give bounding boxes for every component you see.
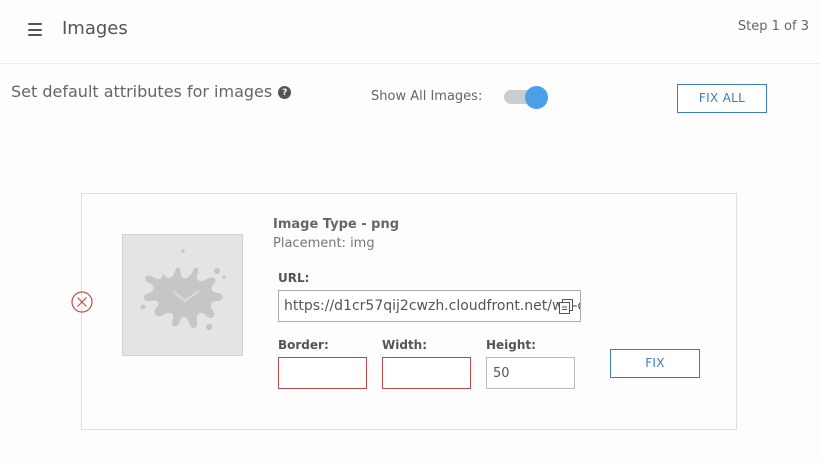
- show-all-images-toggle[interactable]: [504, 86, 548, 109]
- height-input[interactable]: [486, 357, 575, 389]
- show-all-images-label: Show All Images:: [371, 89, 483, 104]
- width-input[interactable]: [382, 357, 471, 389]
- placement-label: Placement: img: [273, 236, 375, 251]
- step-indicator: Step 1 of 3: [737, 19, 809, 34]
- url-value: https://d1cr57qij2cwzh.cloudfront.net/wp…: [284, 298, 581, 314]
- section-subtitle: Set default attributes for images ?: [11, 82, 292, 101]
- height-label: Height:: [486, 338, 536, 352]
- image-thumbnail: [122, 234, 243, 356]
- image-placeholder-splash-icon: [140, 249, 226, 331]
- width-label: Width:: [382, 338, 428, 352]
- url-field[interactable]: https://d1cr57qij2cwzh.cloudfront.net/wp…: [278, 290, 581, 322]
- page-title: Images: [62, 18, 128, 39]
- hamburger-menu-icon[interactable]: [28, 23, 42, 36]
- border-label: Border:: [278, 338, 329, 352]
- remove-circle-icon[interactable]: [71, 291, 93, 313]
- toggle-knob[interactable]: [525, 86, 548, 109]
- copy-icon[interactable]: [559, 299, 573, 314]
- help-icon[interactable]: ?: [278, 86, 292, 99]
- fix-button[interactable]: FIX: [610, 349, 700, 378]
- subtitle-text: Set default attributes for images: [11, 82, 273, 101]
- border-input[interactable]: [278, 357, 367, 389]
- fix-all-button[interactable]: FIX ALL: [677, 84, 767, 113]
- page-header: Images Step 1 of 3: [0, 0, 820, 64]
- url-label: URL:: [278, 271, 310, 285]
- image-type-label: Image Type - png: [273, 217, 400, 232]
